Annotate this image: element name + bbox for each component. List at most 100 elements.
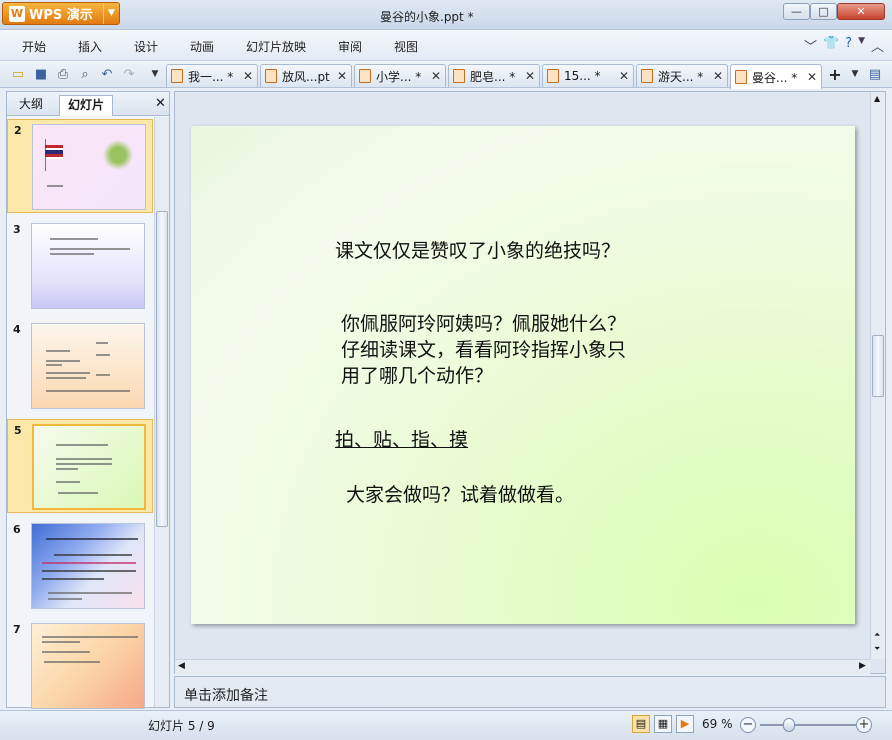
tab-layout-icon[interactable]: ▤ [866, 65, 884, 83]
new-tab-icon[interactable]: + [826, 65, 844, 84]
print-icon[interactable]: ⎙ [54, 65, 72, 83]
toolbar-dropdown-icon[interactable]: ▼ [146, 65, 164, 83]
slide-thumbnail[interactable] [31, 223, 145, 309]
doc-tab-label: 15... * [564, 69, 601, 83]
menu-design[interactable]: 设计 [134, 38, 158, 55]
close-tab-icon[interactable]: ✕ [427, 69, 441, 83]
wps-logo-icon: W [9, 5, 25, 22]
chevron-down-icon[interactable]: ﹀ [804, 36, 817, 55]
doc-tab[interactable]: 我一... * ✕ [166, 64, 258, 87]
print-preview-icon[interactable]: ⌕ [76, 65, 94, 83]
editor-horizontal-scrollbar[interactable]: ◀ ▶ [175, 659, 870, 674]
chevron-down-icon[interactable]: ▼ [858, 36, 865, 55]
slide-text-line[interactable]: 课文仅仅是赞叹了小象的绝技吗？ [335, 238, 620, 264]
wps-app-label: WPS 演示 [29, 8, 93, 23]
maximize-button[interactable]: □ [810, 3, 837, 20]
slide-text-line[interactable]: 你佩服阿玲阿姨吗？佩服她什么？ [341, 311, 626, 337]
slide-text-line[interactable]: 大家会做吗？试着做做看。 [346, 482, 574, 508]
menu-right-icons: ﹀ 👕 ? ▼ ︿ [804, 36, 884, 55]
zoom-slider[interactable] [760, 724, 856, 726]
current-slide-canvas[interactable]: 课文仅仅是赞叹了小象的绝技吗？ 你佩服阿玲阿姨吗？佩服她什么？ 仔细读课文，看看… [191, 126, 855, 624]
doc-tab-label: 游天... * [658, 69, 704, 84]
slide-sorter-icon[interactable]: ▦ [654, 715, 672, 733]
slide-text-line[interactable]: 拍、贴、指、摸 [335, 427, 468, 453]
skin-icon[interactable]: 👕 [823, 36, 839, 55]
close-tab-icon[interactable]: ✕ [709, 69, 723, 83]
window-title: 曼谷的小象.ppt * [380, 10, 474, 24]
doc-tab[interactable]: 游天... * ✕ [636, 64, 728, 87]
slides-pane-scrollbar[interactable] [154, 117, 169, 707]
help-icon[interactable]: ? [845, 36, 852, 55]
collapse-ribbon-icon[interactable]: ︿ [871, 36, 884, 55]
ppt-file-icon [735, 70, 747, 84]
notes-placeholder[interactable]: 单击添加备注 [184, 685, 268, 705]
ppt-file-icon [547, 69, 559, 83]
menu-home[interactable]: 开始 [22, 38, 46, 55]
close-tab-icon[interactable]: ✕ [803, 70, 817, 84]
normal-view-icon[interactable]: ▤ [632, 715, 650, 733]
close-tab-icon[interactable]: ✕ [615, 69, 629, 83]
menu-insert[interactable]: 插入 [78, 38, 102, 55]
editor-vertical-scrollbar[interactable]: ▲ ⏶ ⏷ [870, 92, 885, 659]
close-tab-icon[interactable]: ✕ [521, 69, 535, 83]
scroll-up-icon[interactable]: ▲ [874, 94, 880, 103]
slide-text-line[interactable]: 用了哪几个动作？ [341, 363, 493, 389]
tab-outline[interactable]: 大纲 [11, 95, 51, 116]
slide-thumbnail[interactable] [32, 124, 146, 210]
scroll-left-icon[interactable]: ◀ [178, 661, 185, 671]
menu-review[interactable]: 审阅 [338, 38, 362, 55]
ppt-file-icon [171, 69, 183, 83]
scroll-right-icon[interactable]: ▶ [859, 661, 866, 671]
minimize-button[interactable]: — [783, 3, 810, 20]
close-window-button[interactable]: ✕ [837, 3, 885, 20]
slide-thumbnail-row-current[interactable]: 5 [7, 419, 153, 513]
prev-slide-icon[interactable]: ⏶ [874, 630, 880, 640]
open-folder-icon[interactable]: ▭ [9, 65, 27, 83]
zoom-slider-handle[interactable] [783, 718, 795, 732]
slide-thumbnail[interactable] [32, 424, 146, 510]
ppt-file-icon [265, 69, 277, 83]
scrollbar-thumb[interactable] [872, 335, 884, 397]
menu-view[interactable]: 视图 [394, 38, 418, 55]
quick-access-toolbar: ▭ ■ ⎙ ⌕ ↶ ↷ ▼ 我一... * ✕ 放风...pt ✕ 小学... … [0, 60, 892, 89]
doc-tab-label: 我一... * [188, 69, 234, 84]
title-bar: W WPS 演示 ▼ 曼谷的小象.ppt * — □ ✕ [0, 0, 892, 30]
wps-app-menu-button[interactable]: W WPS 演示 ▼ [2, 2, 120, 25]
slide-number: 3 [13, 223, 21, 236]
notes-pane[interactable]: 单击添加备注 [174, 676, 886, 708]
slide-number: 2 [14, 124, 22, 137]
menu-slideshow[interactable]: 幻灯片放映 [246, 38, 306, 55]
slideshow-icon[interactable]: ▶ [676, 715, 694, 733]
slide-text-line[interactable]: 仔细读课文，看看阿玲指挥小象只 [341, 337, 626, 363]
redo-icon[interactable]: ↷ [120, 65, 138, 83]
next-slide-icon[interactable]: ⏷ [874, 644, 880, 654]
slide-thumbnail-row[interactable]: 6 [7, 519, 153, 613]
slide-thumbnail-row[interactable]: 7 [7, 619, 153, 713]
slide-thumbnail-row[interactable]: 2 [7, 119, 153, 213]
close-tab-icon[interactable]: ✕ [333, 69, 347, 83]
doc-tab[interactable]: 肥皂... * ✕ [448, 64, 540, 87]
scrollbar-thumb[interactable] [156, 211, 168, 527]
zoom-out-icon[interactable]: − [740, 717, 756, 733]
slide-thumbnail[interactable] [31, 623, 145, 709]
undo-icon[interactable]: ↶ [98, 65, 116, 83]
doc-tab[interactable]: 小学... * ✕ [354, 64, 446, 87]
close-tab-icon[interactable]: ✕ [239, 69, 253, 83]
menu-animation[interactable]: 动画 [190, 38, 214, 55]
doc-tab[interactable]: 放风...pt ✕ [260, 64, 352, 87]
save-icon[interactable]: ■ [32, 65, 50, 83]
doc-tab[interactable]: 15... * ✕ [542, 64, 634, 87]
slide-thumbnail-row[interactable]: 4 [7, 319, 153, 413]
zoom-in-icon[interactable]: + [856, 717, 872, 733]
slide-thumbnail[interactable] [31, 523, 145, 609]
doc-tab-label: 小学... * [376, 69, 422, 84]
close-pane-icon[interactable]: ✕ [155, 96, 166, 111]
tab-list-dropdown-icon[interactable]: ▼ [846, 65, 864, 83]
zoom-level: 69 % [702, 717, 733, 731]
slide-thumbnail[interactable] [31, 323, 145, 409]
doc-tab-active[interactable]: 曼谷... * ✕ [730, 64, 822, 89]
chevron-down-icon[interactable]: ▼ [103, 3, 119, 24]
tab-slides[interactable]: 幻灯片 [59, 95, 114, 116]
slide-thumbnail-row[interactable]: 3 [7, 219, 153, 313]
doc-tab-label: 肥皂... * [470, 69, 516, 84]
